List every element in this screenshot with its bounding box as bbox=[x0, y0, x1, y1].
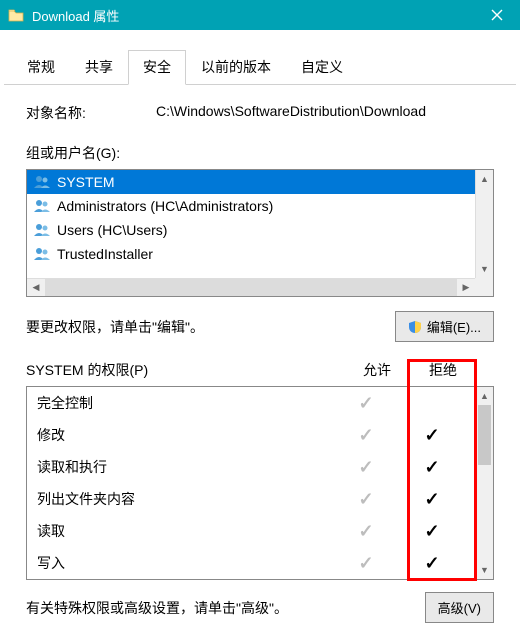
list-item-label: TrustedInstaller bbox=[57, 246, 153, 262]
advanced-button-label: 高级(V) bbox=[438, 598, 481, 617]
permission-row: 读取 ✓ ✓ bbox=[27, 515, 475, 547]
permission-row: 写入 ✓ ✓ bbox=[27, 547, 475, 579]
tab-sharing[interactable]: 共享 bbox=[70, 50, 128, 84]
advanced-hint-text: 有关特殊权限或高级设置，请单击"高级"。 bbox=[26, 598, 425, 618]
window-title: Download 属性 bbox=[32, 6, 474, 25]
check-icon: ✓ bbox=[358, 489, 373, 509]
scroll-right-icon[interactable]: ▶ bbox=[457, 279, 475, 296]
allow-cell: ✓ bbox=[333, 522, 399, 540]
scroll-left-icon[interactable]: ◀ bbox=[27, 279, 45, 296]
shield-icon bbox=[408, 320, 422, 334]
check-icon: ✓ bbox=[358, 521, 373, 541]
tab-customize[interactable]: 自定义 bbox=[286, 50, 358, 84]
permission-name: 完全控制 bbox=[37, 393, 333, 413]
allow-cell: ✓ bbox=[333, 490, 399, 508]
scrollbar-vertical[interactable]: ▲ ▼ bbox=[475, 170, 493, 278]
permission-row: 修改 ✓ ✓ bbox=[27, 419, 475, 451]
scroll-up-icon[interactable]: ▲ bbox=[476, 387, 493, 405]
permissions-listbox[interactable]: 完全控制 ✓ 修改 ✓ ✓ 读取和执行 ✓ ✓ 列出文件夹内容 ✓ ✓ 读取 ✓ ✓ 写入 ✓ ✓ ▲ ▼ bbox=[26, 386, 494, 580]
list-item[interactable]: TrustedInstaller bbox=[27, 242, 475, 266]
scroll-thumb[interactable] bbox=[478, 405, 491, 465]
groups-listbox[interactable]: SYSTEM Administrators (HC\Administrators… bbox=[26, 169, 494, 297]
deny-cell: ✓ bbox=[399, 426, 465, 444]
folder-icon bbox=[8, 8, 24, 22]
column-allow: 允许 bbox=[344, 360, 410, 380]
check-icon: ✓ bbox=[358, 425, 373, 445]
permission-name: 修改 bbox=[37, 425, 333, 445]
list-item-label: SYSTEM bbox=[57, 174, 115, 190]
permission-row: 读取和执行 ✓ ✓ bbox=[27, 451, 475, 483]
column-deny: 拒绝 bbox=[410, 360, 476, 380]
people-icon bbox=[33, 223, 51, 237]
allow-cell: ✓ bbox=[333, 458, 399, 476]
tab-previous-versions[interactable]: 以前的版本 bbox=[186, 50, 286, 84]
list-item-label: Administrators (HC\Administrators) bbox=[57, 198, 273, 214]
deny-cell: ✓ bbox=[399, 522, 465, 540]
tabstrip: 常规 共享 安全 以前的版本 自定义 bbox=[4, 50, 516, 85]
allow-cell: ✓ bbox=[333, 394, 399, 412]
list-item[interactable]: Users (HC\Users) bbox=[27, 218, 475, 242]
permission-name: 写入 bbox=[37, 553, 333, 573]
check-icon: ✓ bbox=[358, 553, 373, 573]
edit-button-label: 编辑(E)... bbox=[427, 317, 481, 336]
scrollbar-horizontal[interactable]: ◀ ▶ bbox=[27, 278, 475, 296]
check-icon: ✓ bbox=[358, 457, 373, 477]
permission-row: 列出文件夹内容 ✓ ✓ bbox=[27, 483, 475, 515]
permission-name: 读取和执行 bbox=[37, 457, 333, 477]
people-icon bbox=[33, 175, 51, 189]
tab-security[interactable]: 安全 bbox=[128, 50, 186, 85]
list-item[interactable]: SYSTEM bbox=[27, 170, 475, 194]
list-item[interactable]: Administrators (HC\Administrators) bbox=[27, 194, 475, 218]
scroll-down-icon[interactable]: ▼ bbox=[476, 561, 493, 579]
scrollbar-vertical[interactable]: ▲ ▼ bbox=[475, 387, 493, 579]
check-icon: ✓ bbox=[424, 553, 439, 573]
edit-button[interactable]: 编辑(E)... bbox=[395, 311, 494, 342]
deny-cell: ✓ bbox=[399, 458, 465, 476]
allow-cell: ✓ bbox=[333, 426, 399, 444]
deny-cell: ✓ bbox=[399, 554, 465, 572]
edit-hint-text: 要更改权限，请单击"编辑"。 bbox=[26, 317, 395, 337]
people-icon bbox=[33, 247, 51, 261]
scroll-thumb[interactable] bbox=[45, 279, 457, 296]
object-name-row: 对象名称: C:\Windows\SoftwareDistribution\Do… bbox=[26, 103, 494, 123]
check-icon: ✓ bbox=[358, 393, 373, 413]
object-name-value: C:\Windows\SoftwareDistribution\Download bbox=[156, 103, 494, 123]
scroll-down-icon[interactable]: ▼ bbox=[476, 260, 493, 278]
people-icon bbox=[33, 199, 51, 213]
groups-label: 组或用户名(G): bbox=[26, 143, 494, 163]
scroll-corner bbox=[475, 278, 493, 296]
check-icon: ✓ bbox=[424, 489, 439, 509]
permission-name: 读取 bbox=[37, 521, 333, 541]
check-icon: ✓ bbox=[424, 457, 439, 477]
check-icon: ✓ bbox=[424, 521, 439, 541]
check-icon: ✓ bbox=[424, 425, 439, 445]
titlebar: Download 属性 bbox=[0, 0, 520, 30]
permissions-label: SYSTEM 的权限(P) bbox=[26, 360, 344, 380]
permission-name: 列出文件夹内容 bbox=[37, 489, 333, 509]
object-name-label: 对象名称: bbox=[26, 103, 156, 123]
scroll-up-icon[interactable]: ▲ bbox=[476, 170, 493, 188]
advanced-button[interactable]: 高级(V) bbox=[425, 592, 494, 623]
close-button[interactable] bbox=[474, 0, 520, 30]
list-item-label: Users (HC\Users) bbox=[57, 222, 167, 238]
deny-cell: ✓ bbox=[399, 490, 465, 508]
tab-general[interactable]: 常规 bbox=[12, 50, 70, 84]
permission-row: 完全控制 ✓ bbox=[27, 387, 475, 419]
allow-cell: ✓ bbox=[333, 554, 399, 572]
